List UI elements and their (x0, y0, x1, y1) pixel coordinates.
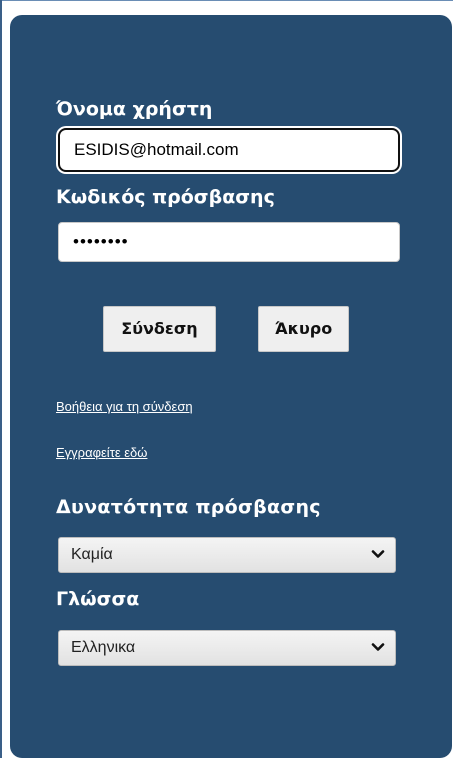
register-link[interactable]: Εγγραφείτε εδώ (56, 445, 147, 460)
cancel-button[interactable]: Άκυρο (258, 306, 349, 352)
chevron-down-icon (371, 643, 385, 651)
window-left-border (0, 0, 2, 758)
username-input[interactable] (58, 128, 400, 172)
language-selected-value: Ελληνικα (71, 639, 136, 656)
password-input[interactable] (58, 222, 400, 262)
accessibility-select[interactable]: Καμία (58, 537, 396, 573)
accessibility-label: Δυνατότητα πρόσβασης (56, 496, 321, 518)
window-top-border (0, 0, 453, 1)
accessibility-selected-value: Καμία (71, 546, 113, 563)
language-select[interactable]: Ελληνικα (58, 630, 396, 666)
login-help-link[interactable]: Βοήθεια για τη σύνδεση (56, 399, 193, 414)
language-label: Γλώσσα (56, 588, 140, 610)
login-button[interactable]: Σύνδεση (103, 306, 216, 352)
username-label: Όνομα χρήστη (56, 98, 213, 120)
chevron-down-icon (371, 550, 385, 558)
password-label: Κωδικός πρόσβασης (56, 186, 275, 208)
